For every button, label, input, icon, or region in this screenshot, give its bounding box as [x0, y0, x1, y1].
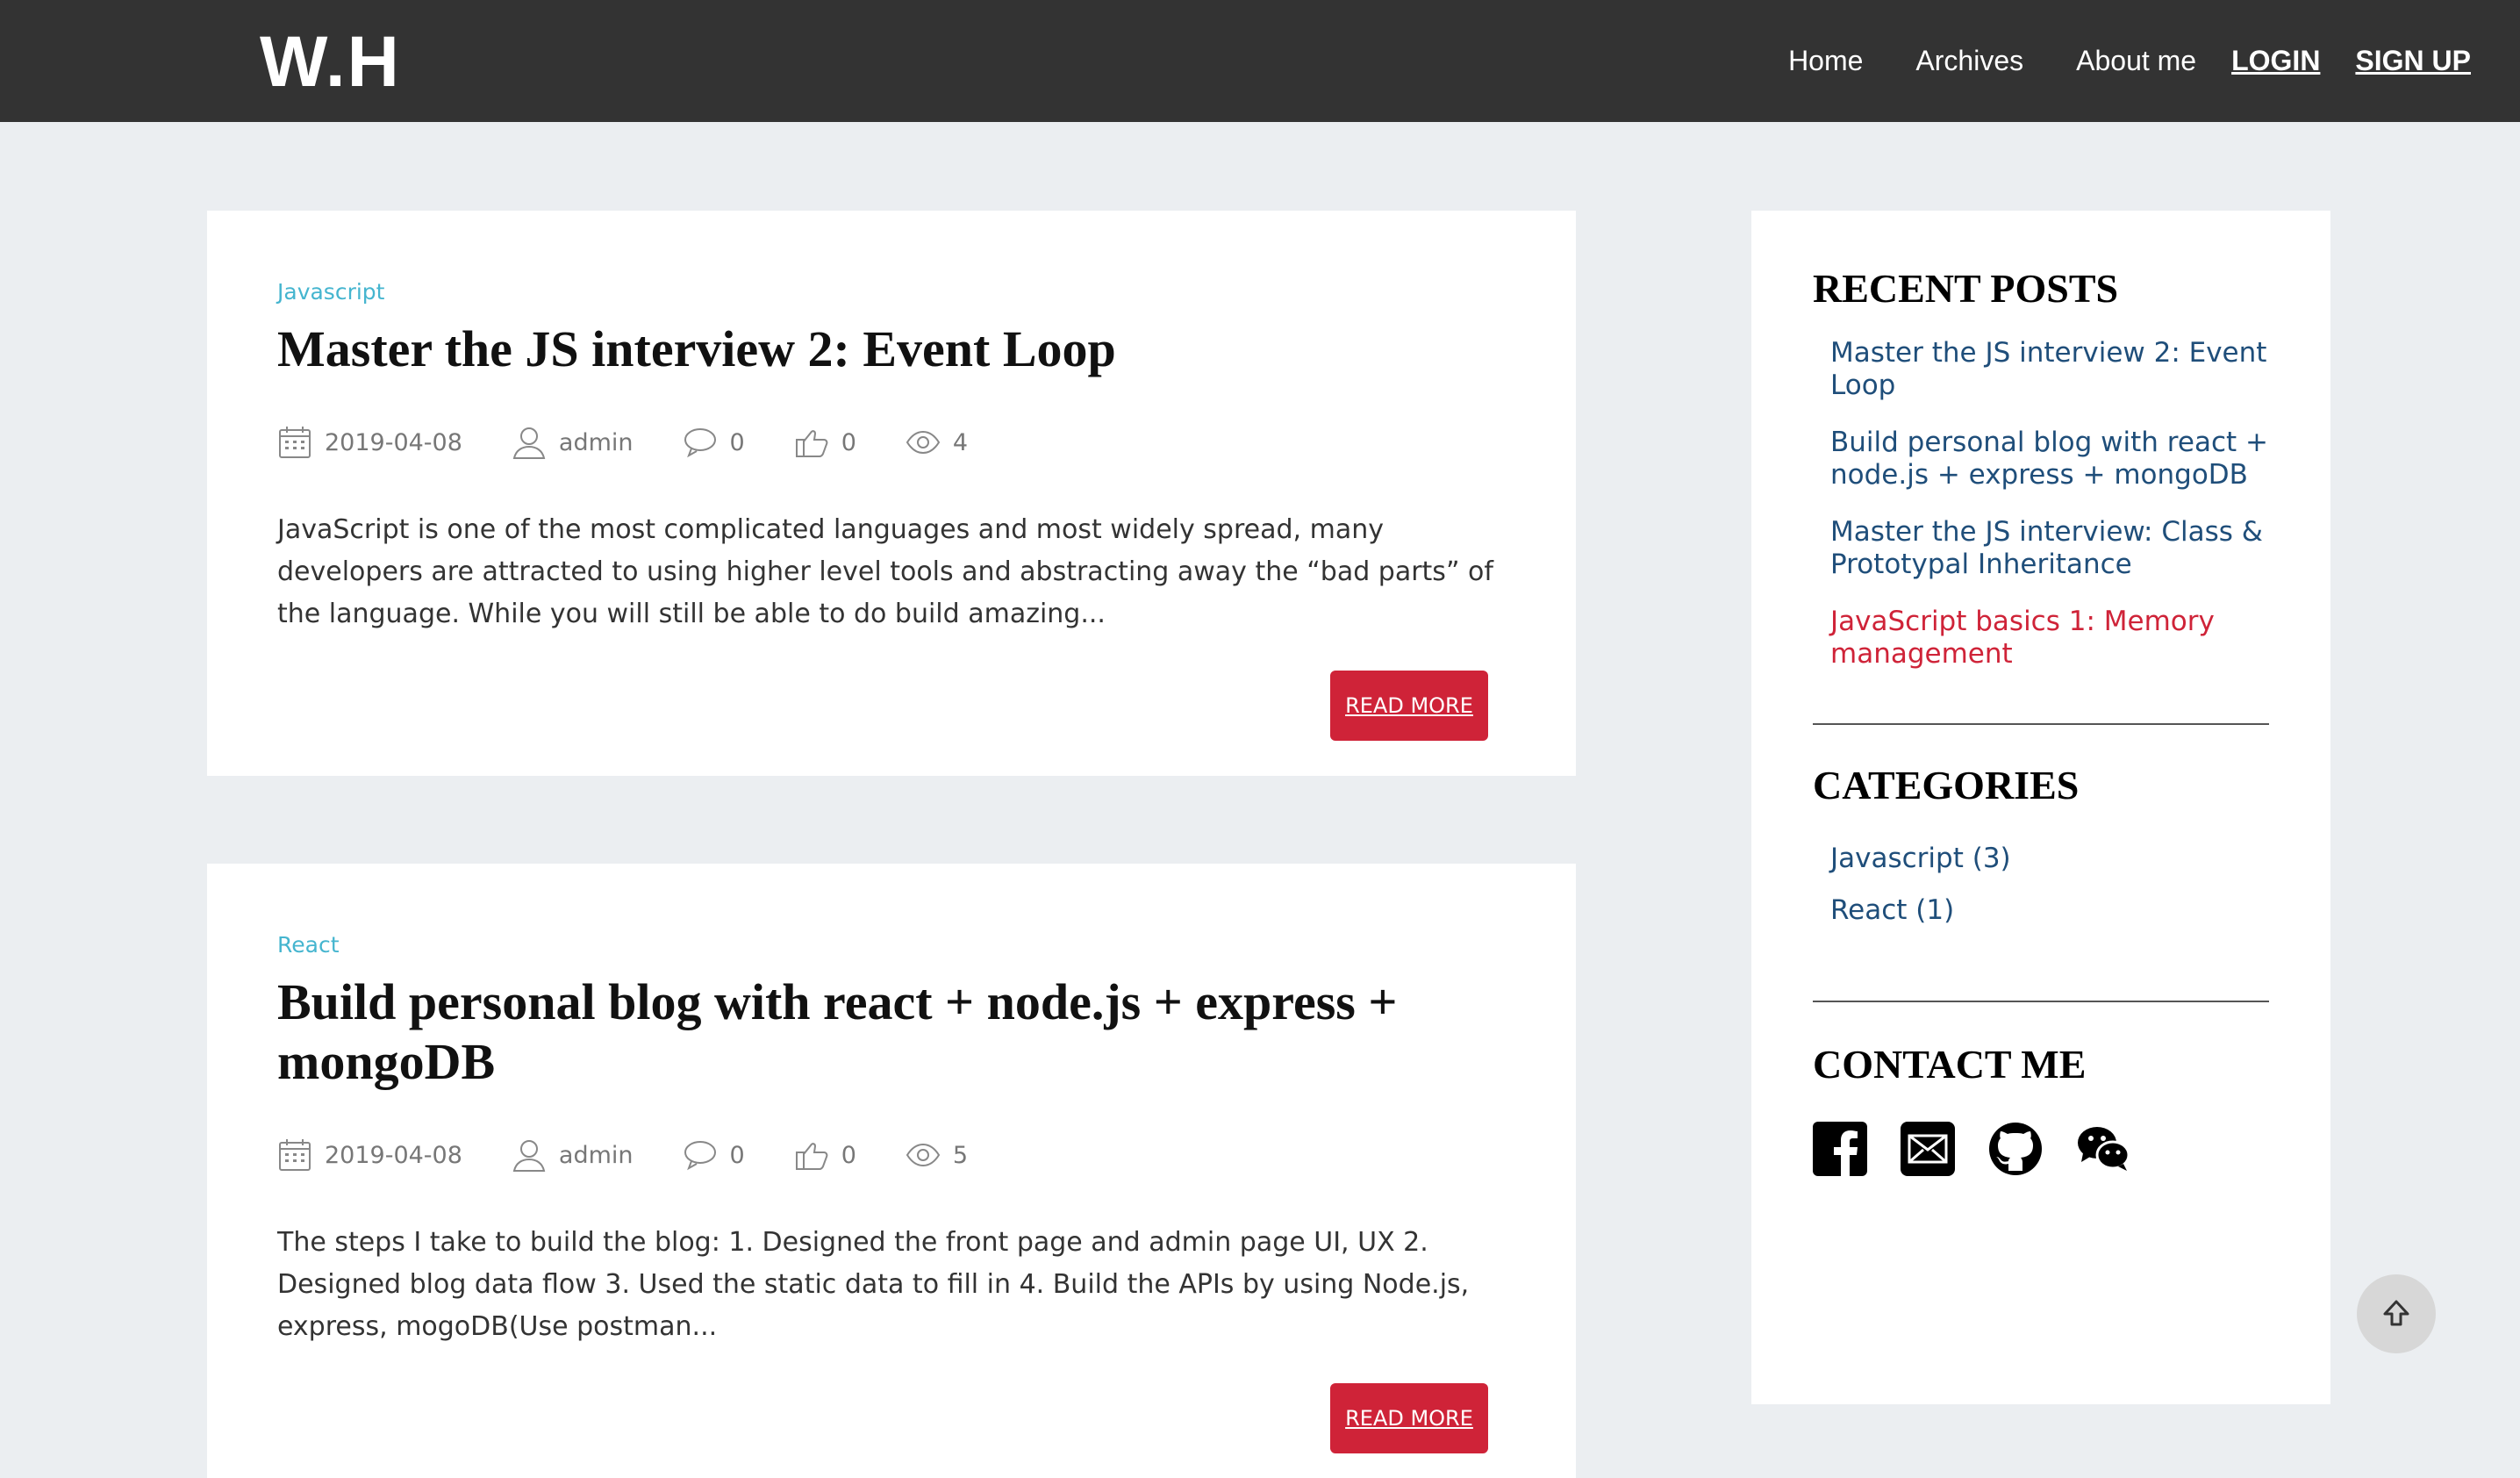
post-excerpt: JavaScript is one of the most complicate…	[277, 514, 1493, 629]
post-comments: 0	[683, 425, 745, 460]
post-likes[interactable]: 0	[794, 1137, 856, 1173]
post-author: admin	[512, 1137, 634, 1173]
back-to-top-button[interactable]	[2357, 1274, 2436, 1353]
recent-post-link[interactable]: Master the JS interview 2: Event Loop	[1830, 337, 2287, 402]
nav-archives[interactable]: Archives	[1915, 45, 2023, 77]
main-nav: Home Archives About me LOGIN SIGN UP	[1736, 0, 2471, 122]
user-icon	[512, 427, 546, 459]
signup-link[interactable]: SIGN UP	[2355, 45, 2471, 77]
top-navbar: W.H Home Archives About me LOGIN SIGN UP	[0, 0, 2520, 122]
facebook-icon[interactable]	[1813, 1122, 1867, 1176]
category-link-react[interactable]: React (1)	[1830, 894, 2287, 927]
post-title[interactable]: Master the JS interview 2: Event Loop	[277, 319, 1506, 379]
site-logo[interactable]: W.H	[260, 26, 401, 98]
post-date: 2019-04-08	[277, 425, 462, 460]
post-category[interactable]: Javascript	[277, 279, 384, 305]
calendar-icon	[279, 1139, 311, 1171]
categories-list: Javascript (3) React (1)	[1830, 843, 2287, 946]
login-link[interactable]: LOGIN	[2231, 45, 2320, 77]
post-views: 5	[906, 1137, 968, 1173]
categories-heading: CATEGORIES	[1813, 763, 2080, 807]
sidebar-divider	[1813, 723, 2269, 725]
read-more-button[interactable]: READ MORE	[1330, 1383, 1488, 1453]
post-author: admin	[512, 425, 634, 460]
nav-about-me[interactable]: About me	[2076, 45, 2196, 77]
thumbs-up-icon[interactable]	[794, 1137, 829, 1173]
eye-icon	[906, 430, 941, 455]
recent-post-link[interactable]: Master the JS interview: Class & Prototy…	[1830, 516, 2287, 581]
post-card: Javascript Master the JS interview 2: Ev…	[207, 211, 1576, 776]
comment-icon	[684, 428, 716, 458]
sidebar-divider	[1813, 1001, 2269, 1002]
category-link-javascript[interactable]: Javascript (3)	[1830, 843, 2287, 875]
contact-heading: CONTACT ME	[1813, 1042, 2087, 1087]
wechat-icon[interactable]	[2076, 1122, 2130, 1176]
post-meta: 2019-04-08 admin 0 0 5	[277, 1137, 1017, 1173]
read-more-button[interactable]: READ MORE	[1330, 671, 1488, 741]
eye-icon	[906, 1143, 941, 1167]
post-likes[interactable]: 0	[794, 425, 856, 460]
post-comments: 0	[683, 1137, 745, 1173]
recent-post-link[interactable]: JavaScript basics 1: Memory management	[1830, 606, 2287, 671]
post-excerpt: The steps I take to build the blog: 1. D…	[277, 1227, 1470, 1342]
contact-icons	[1813, 1122, 2164, 1176]
recent-post-link[interactable]: Build personal blog with react + node.js…	[1830, 427, 2287, 491]
recent-posts-list: Master the JS interview 2: Event Loop Bu…	[1830, 337, 2287, 695]
user-icon	[512, 1140, 546, 1172]
post-card: React Build personal blog with react + n…	[207, 864, 1576, 1478]
mail-icon[interactable]	[1901, 1122, 1955, 1176]
github-icon[interactable]	[1988, 1122, 2043, 1176]
comment-icon	[684, 1141, 716, 1171]
post-title[interactable]: Build personal blog with react + node.js…	[277, 972, 1506, 1092]
sidebar: RECENT POSTS Master the JS interview 2: …	[1751, 211, 2330, 1404]
recent-posts-heading: RECENT POSTS	[1813, 266, 2119, 311]
calendar-icon	[279, 427, 311, 458]
post-category[interactable]: React	[277, 932, 340, 958]
arrow-up-icon	[2383, 1300, 2409, 1326]
thumbs-up-icon[interactable]	[794, 425, 829, 460]
post-meta: 2019-04-08 admin 0 0 4	[277, 425, 1017, 460]
post-views: 4	[906, 425, 968, 460]
nav-home[interactable]: Home	[1788, 45, 1863, 77]
post-date: 2019-04-08	[277, 1137, 462, 1173]
